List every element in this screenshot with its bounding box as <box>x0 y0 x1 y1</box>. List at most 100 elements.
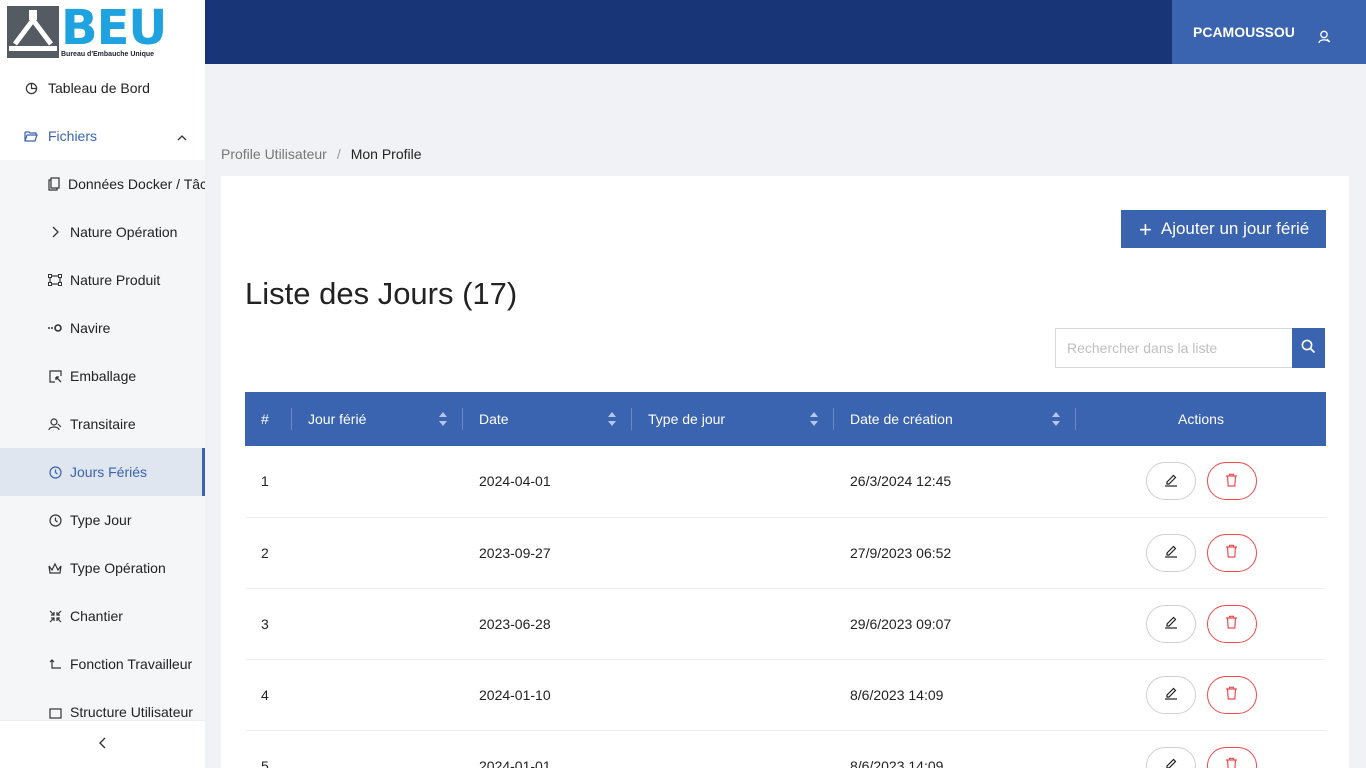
user-icon <box>1318 30 1331 47</box>
search-button[interactable] <box>1292 328 1325 368</box>
clock-icon <box>48 465 62 479</box>
breadcrumb-parent[interactable]: Profile Utilisateur <box>221 146 327 162</box>
sidebar-item-fichiers[interactable]: Fichiers <box>0 112 205 160</box>
trash-icon <box>1225 757 1238 768</box>
column-header-jour-ferie[interactable]: Jour férié <box>292 392 463 446</box>
table-row: 1 2024-04-01 26/3/2024 12:45 <box>245 446 1326 517</box>
delete-button[interactable] <box>1206 533 1257 572</box>
sort-icon <box>1052 412 1060 426</box>
edit-button[interactable] <box>1145 533 1196 572</box>
edit-icon <box>1164 686 1178 703</box>
logo-text: BEU <box>61 0 167 56</box>
sidebar-item-jours-feries[interactable]: Jours Fériés <box>0 448 205 496</box>
submenu-fichiers: Données Docker / Tâc Nature Opération Na… <box>0 160 205 720</box>
table-row: 5 2024-01-01 8/6/2023 14:09 <box>245 730 1326 768</box>
sidebar-item-type-operation[interactable]: Type Opération <box>0 544 205 592</box>
cell-num: 1 <box>261 473 269 490</box>
cell-actions <box>1076 659 1326 730</box>
sidebar-item-fonction-travailleur[interactable]: Fonction Travailleur <box>0 640 205 688</box>
sidebar-item-tableau-de-bord[interactable]: Tableau de Bord <box>0 64 205 112</box>
sidebar-item-structure-utilisateur[interactable]: Structure Utilisateur <box>0 688 205 720</box>
sidebar-item-emballage[interactable]: Emballage <box>0 352 205 400</box>
cell-type-jour <box>632 588 834 659</box>
column-header-date[interactable]: Date <box>463 392 632 446</box>
sidebar-item-nature-operation[interactable]: Nature Opération <box>0 208 205 256</box>
cell-date: 2024-04-01 <box>479 473 551 490</box>
sidebar-item-label: Nature Opération <box>70 224 178 240</box>
cell-type-jour <box>632 517 834 588</box>
sidebar-item-label: Transitaire <box>70 416 136 432</box>
logo-subtitle: Bureau d'Embauche Unique <box>61 51 155 58</box>
apartment-icon <box>48 705 62 719</box>
sidebar-item-type-jour[interactable]: Type Jour <box>0 496 205 544</box>
sidebar-collapse-button[interactable] <box>0 720 205 768</box>
delete-button[interactable] <box>1206 604 1257 643</box>
edit-icon <box>1164 473 1178 490</box>
cell-jour-ferie <box>292 730 463 768</box>
select-icon <box>48 369 62 383</box>
shrink-icon <box>48 609 62 623</box>
sidebar-item-label: Type Jour <box>70 512 132 528</box>
cell-actions <box>1076 517 1326 588</box>
cell-date: 2024-01-01 <box>479 757 551 768</box>
delete-button[interactable] <box>1206 675 1257 714</box>
content-card: + Ajouter un jour férié Liste des Jours … <box>221 176 1349 768</box>
search-input[interactable] <box>1055 328 1292 368</box>
jours-table: # Jour férié Date Type de jour Date de c… <box>245 392 1326 768</box>
delete-button[interactable] <box>1206 746 1257 768</box>
breadcrumb: Profile Utilisateur / Mon Profile <box>221 146 422 162</box>
logo[interactable]: BEU Bureau d'Embauche Unique <box>0 0 205 64</box>
sidebar-item-label: Emballage <box>70 368 137 384</box>
sidebar-item-label: Données Docker / Tâc <box>68 176 205 192</box>
rollback-icon <box>48 657 62 671</box>
sort-icon <box>608 412 616 426</box>
column-header-num: # <box>245 392 292 446</box>
delete-button[interactable] <box>1206 462 1257 501</box>
cell-jour-ferie <box>292 659 463 730</box>
cell-jour-ferie <box>292 588 463 659</box>
cell-date-creation: 8/6/2023 14:09 <box>850 686 944 703</box>
edit-button[interactable] <box>1145 604 1196 643</box>
breadcrumb-current: Mon Profile <box>350 146 422 162</box>
column-header-date-creation[interactable]: Date de création <box>834 392 1076 446</box>
sidebar-item-label: Navire <box>70 320 111 336</box>
table-row: 2 2023-09-27 27/9/2023 06:52 <box>245 517 1326 588</box>
user-switch-icon <box>48 417 62 431</box>
trash-icon <box>1225 473 1238 490</box>
chevron-left-icon <box>98 736 108 754</box>
sidebar-item-chantier[interactable]: Chantier <box>0 592 205 640</box>
edit-button[interactable] <box>1145 462 1196 501</box>
add-jour-ferie-button[interactable]: + Ajouter un jour férié <box>1121 210 1326 248</box>
sidebar-item-label: Chantier <box>70 608 123 624</box>
edit-icon <box>1164 757 1178 768</box>
breadcrumb-separator: / <box>336 146 341 162</box>
plus-icon: + <box>1139 217 1152 242</box>
copy-icon <box>48 177 60 191</box>
sidebar: BEU Bureau d'Embauche Unique Tableau de … <box>0 0 205 768</box>
top-header: PCAMOUSSOU <box>205 0 1366 64</box>
sidebar-item-nature-produit[interactable]: Nature Produit <box>0 256 205 304</box>
sidebar-item-label: Type Opération <box>70 560 166 576</box>
cell-num: 3 <box>261 615 269 632</box>
pie-chart-icon <box>24 81 38 95</box>
table-row: 3 2023-06-28 29/6/2023 09:07 <box>245 588 1326 659</box>
edit-icon <box>1164 544 1178 561</box>
sidebar-item-navire[interactable]: Navire <box>0 304 205 352</box>
sidebar-item-label: Nature Produit <box>70 272 161 288</box>
cell-date: 2024-01-10 <box>479 686 551 703</box>
column-header-type-de-jour[interactable]: Type de jour <box>632 392 834 446</box>
edit-button[interactable] <box>1145 675 1196 714</box>
cell-type-jour <box>632 730 834 768</box>
node-icon <box>48 321 62 335</box>
sidebar-item-donnees-docker[interactable]: Données Docker / Tâc <box>0 160 205 208</box>
sidebar-item-label: Fichiers <box>48 128 98 144</box>
edit-button[interactable] <box>1145 746 1196 768</box>
user-menu[interactable]: PCAMOUSSOU <box>1172 0 1366 64</box>
cell-num: 4 <box>261 686 269 703</box>
cell-date: 2023-06-28 <box>479 615 551 632</box>
sidebar-item-transitaire[interactable]: Transitaire <box>0 400 205 448</box>
cell-actions <box>1076 730 1326 768</box>
cell-date-creation: 29/6/2023 09:07 <box>850 615 952 632</box>
clock-icon <box>48 513 62 527</box>
cell-actions <box>1076 588 1326 659</box>
